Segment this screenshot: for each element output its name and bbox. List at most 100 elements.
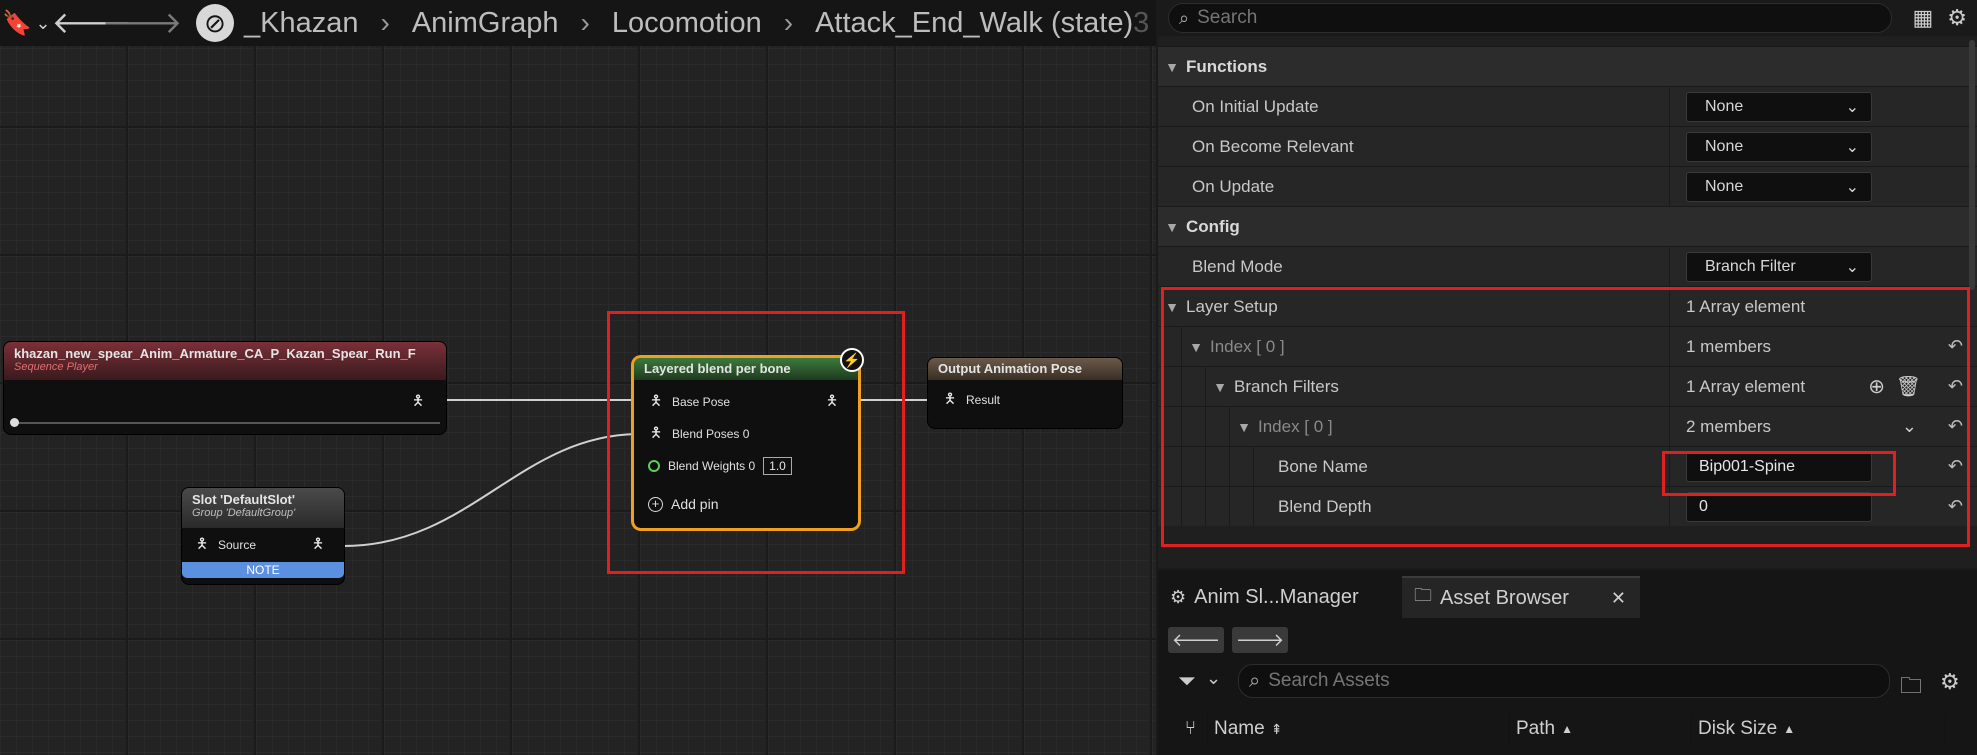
prop-label: On Initial Update: [1158, 87, 1670, 126]
prop-label: Index [ 0 ]: [1258, 416, 1333, 436]
prop-label: Bone Name: [1278, 456, 1368, 476]
table-view-icon[interactable]: ▦: [1912, 5, 1933, 31]
blend-weights-pin[interactable]: Blend Weights 0 1.0: [634, 450, 858, 482]
filter-icon[interactable]: ⏷: [1178, 668, 1196, 694]
chevron-down-icon[interactable]: ⌄: [1902, 416, 1917, 437]
array-count: 1 Array element: [1686, 376, 1806, 396]
indent-guide: [1158, 447, 1182, 486]
forward-arrow-icon[interactable]: 🡒: [102, 5, 182, 41]
asset-search-box[interactable]: ⌕: [1238, 664, 1890, 698]
details-search-input[interactable]: [1197, 7, 1892, 29]
settings-gear-icon[interactable]: ⚙: [1947, 5, 1967, 31]
asset-type-icon[interactable]: ⊘: [196, 4, 234, 42]
anim-graph-canvas[interactable]: khazan_new_spear_Anim_Armature_CA_P_Kaza…: [0, 0, 1156, 755]
prop-label-cell: ▼ Layer Setup: [1158, 287, 1670, 326]
pose-input-pin-icon[interactable]: 🯅: [942, 388, 958, 412]
prop-on-become-relevant: On Become Relevant None ⌄: [1158, 126, 1977, 166]
slot-source-label: Source: [218, 538, 257, 552]
column-header-disk-size[interactable]: Disk Size ▲: [1692, 714, 1946, 744]
pose-input-pin-icon[interactable]: 🯅: [648, 422, 664, 446]
prop-branch-index-0[interactable]: ▼ Index [ 0 ] 2 members ⌄ ↶: [1158, 406, 1977, 446]
blend-mode-combo[interactable]: Branch Filter ⌄: [1686, 251, 1872, 282]
blend-weight-input[interactable]: 1.0: [763, 457, 792, 475]
collapse-triangle-icon[interactable]: ▼: [1182, 339, 1210, 355]
trash-icon[interactable]: 🗑: [1896, 374, 1921, 399]
indent-guide: [1158, 487, 1182, 526]
play-position-slider[interactable]: [10, 418, 440, 427]
sort-up-icon: ▲: [1783, 722, 1796, 736]
collapse-triangle-icon[interactable]: ▼: [1206, 379, 1234, 395]
prop-label-cell: ▼ Index [ 0 ]: [1158, 407, 1670, 446]
prop-layer-setup[interactable]: ▼ Layer Setup 1 Array element: [1158, 286, 1977, 326]
pose-output-pin-icon[interactable]: 🯅: [310, 533, 326, 557]
prop-label: On Become Relevant: [1158, 127, 1670, 166]
section-config[interactable]: ▼ Config: [1158, 206, 1977, 246]
prop-on-update: On Update None ⌄: [1158, 166, 1977, 206]
column-header-path[interactable]: Path ▲: [1510, 714, 1692, 744]
on-update-combo[interactable]: None ⌄: [1686, 171, 1872, 202]
pose-input-pin-icon[interactable]: 🯅: [194, 533, 210, 557]
folder-search-icon[interactable]: 🗀: [1900, 669, 1922, 707]
float-pin-icon[interactable]: [648, 460, 660, 472]
prop-branch-filters[interactable]: ▼ Branch Filters 1 Array element ⊕ 🗑 ↶: [1158, 366, 1977, 406]
close-icon[interactable]: ✕: [1611, 588, 1626, 609]
collapse-triangle-icon[interactable]: ▼: [1158, 299, 1186, 315]
sequence-player-node[interactable]: khazan_new_spear_Anim_Armature_CA_P_Kaza…: [4, 342, 446, 434]
graph-toolbar: 🔖 ⌄ 🡐 🡒 ⊘ _Khazan › AnimGraph › Locomoti…: [0, 0, 1156, 46]
reset-arrow-icon[interactable]: ↶: [1948, 456, 1963, 477]
tab-anim-slot-manager[interactable]: ⚙ Anim Sl...Manager: [1158, 576, 1388, 618]
section-functions[interactable]: ▼ Functions: [1158, 46, 1977, 86]
play-position-handle[interactable]: [10, 418, 19, 427]
chevron-down-icon[interactable]: ⌄: [1206, 668, 1221, 689]
breadcrumb-item-locomotion[interactable]: Locomotion: [612, 7, 762, 40]
bookmark-icon[interactable]: 🔖: [2, 9, 32, 38]
layered-blend-node[interactable]: Layered blend per bone 🯅 Base Pose 🯅 🯅 B…: [634, 348, 864, 528]
slot-source-pin[interactable]: 🯅 Source 🯅: [182, 528, 344, 562]
bone-name-input[interactable]: Bip001-Spine: [1686, 451, 1872, 482]
slot-header: Slot 'DefaultSlot' Group 'DefaultGroup': [182, 488, 344, 528]
result-pin[interactable]: 🯅 Result: [928, 384, 1122, 416]
slot-node[interactable]: Slot 'DefaultSlot' Group 'DefaultGroup' …: [182, 488, 344, 584]
column-header-name[interactable]: Name ⇞: [1208, 714, 1510, 744]
members-count: 2 members: [1686, 416, 1772, 436]
reset-arrow-icon[interactable]: ↶: [1948, 416, 1963, 437]
reset-arrow-icon[interactable]: ↶: [1948, 336, 1963, 357]
on-become-relevant-combo[interactable]: None ⌄: [1686, 131, 1872, 162]
source-control-column-icon[interactable]: ⑂: [1168, 714, 1208, 744]
base-pose-pin[interactable]: 🯅 Base Pose 🯅: [634, 386, 858, 418]
reset-arrow-icon[interactable]: ↶: [1948, 376, 1963, 397]
settings-gear-icon[interactable]: ⚙: [1940, 669, 1960, 695]
collapse-triangle-icon[interactable]: ▼: [1158, 59, 1186, 75]
asset-search-input[interactable]: [1268, 670, 1889, 692]
asset-forward-button[interactable]: 🡒: [1232, 627, 1288, 653]
blend-depth-input[interactable]: 0: [1686, 491, 1872, 522]
pose-output-pin-icon[interactable]: 🯅: [410, 390, 426, 414]
reset-arrow-icon[interactable]: ↶: [1948, 496, 1963, 517]
prop-label: On Update: [1158, 167, 1670, 206]
pose-input-pin-icon[interactable]: 🯅: [648, 390, 664, 414]
add-icon: +: [648, 496, 663, 512]
on-initial-update-combo[interactable]: None ⌄: [1686, 91, 1872, 122]
breadcrumb-separator-icon: ›: [580, 7, 590, 38]
breadcrumb-item-animgraph[interactable]: AnimGraph: [412, 7, 559, 40]
breadcrumb-item-state[interactable]: Attack_End_Walk (state): [815, 7, 1133, 40]
breadcrumb-item-asset[interactable]: _Khazan: [244, 7, 359, 40]
collapse-triangle-icon[interactable]: ▼: [1230, 419, 1258, 435]
add-pin-button[interactable]: + Add pin: [634, 488, 858, 520]
prop-index-0[interactable]: ▼ Index [ 0 ] 1 members ↶: [1158, 326, 1977, 366]
tab-label: Anim Sl...Manager: [1194, 585, 1359, 608]
pose-output-pin-icon[interactable]: 🯅: [824, 390, 840, 414]
collapse-triangle-icon[interactable]: ▼: [1158, 219, 1186, 235]
add-element-icon[interactable]: ⊕: [1868, 374, 1885, 399]
note-bar[interactable]: NOTE: [182, 562, 344, 578]
chevron-down-icon[interactable]: ⌄: [32, 13, 54, 34]
details-search-box[interactable]: ⌕: [1168, 3, 1893, 33]
result-label: Result: [966, 393, 1001, 407]
details-scrollbar[interactable]: [1969, 40, 1975, 290]
blend-poses-pin[interactable]: 🯅 Blend Poses 0: [634, 418, 858, 450]
prop-label-cell: Bone Name: [1158, 447, 1670, 486]
asset-back-button[interactable]: 🡐: [1168, 627, 1224, 653]
array-count: 1 Array element: [1686, 296, 1806, 316]
tab-asset-browser[interactable]: 🗀 Asset Browser ✕: [1402, 576, 1640, 618]
output-pose-node[interactable]: Output Animation Pose 🯅 Result: [928, 358, 1122, 428]
